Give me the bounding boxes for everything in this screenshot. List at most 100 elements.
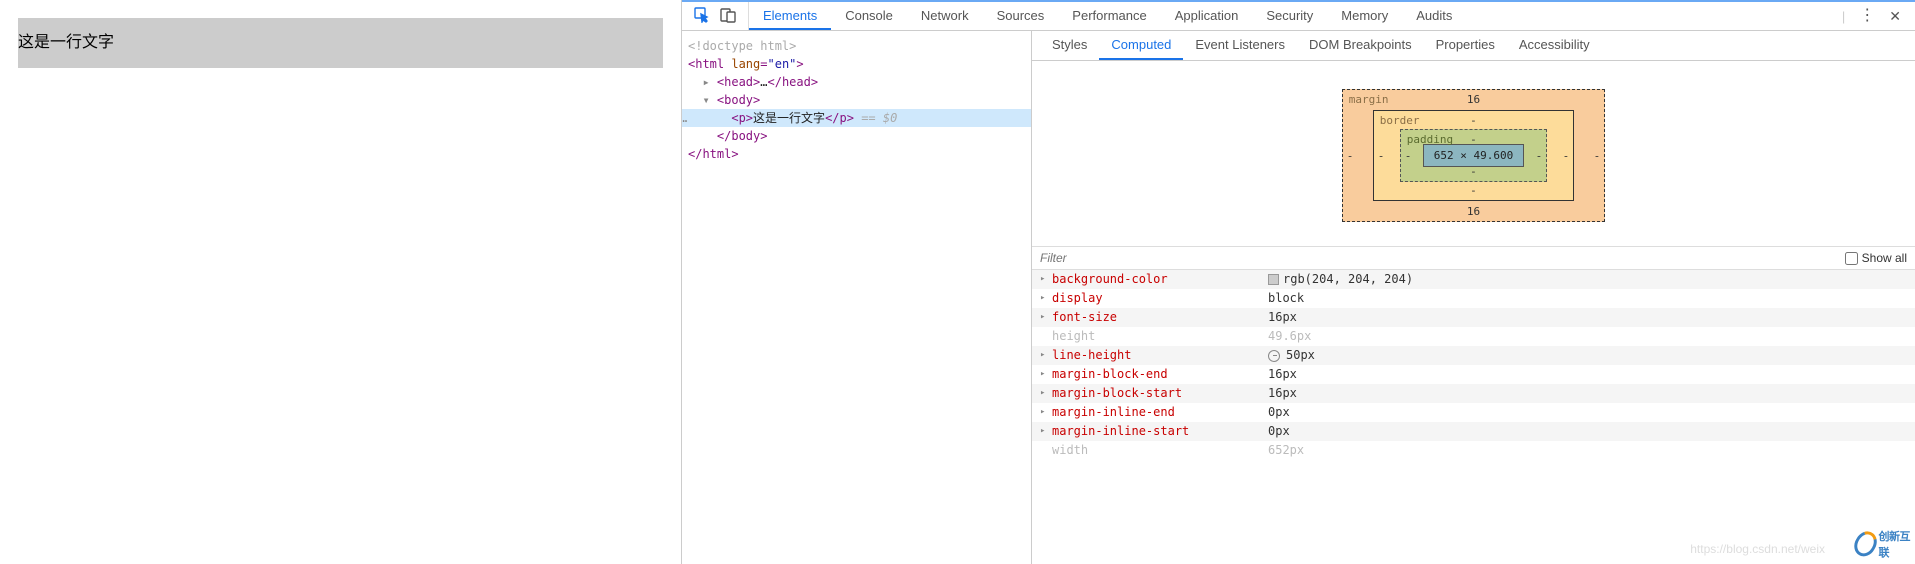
computed-filter-bar: Show all <box>1032 246 1915 270</box>
subtab-properties[interactable]: Properties <box>1424 31 1507 60</box>
tab-application[interactable]: Application <box>1161 2 1253 30</box>
tab-audits[interactable]: Audits <box>1402 2 1466 30</box>
history-icon[interactable] <box>1268 350 1280 362</box>
bm-border-top[interactable]: - <box>1470 114 1477 127</box>
subtab-computed[interactable]: Computed <box>1099 31 1183 60</box>
devtools-toolbar: ElementsConsoleNetworkSourcesPerformance… <box>682 2 1915 31</box>
side-subtabs: StylesComputedEvent ListenersDOM Breakpo… <box>1032 31 1915 61</box>
subtab-styles[interactable]: Styles <box>1040 31 1099 60</box>
rendered-page: 这是一行文字 <box>0 0 682 564</box>
logo-text: 创新互联 <box>1878 528 1911 560</box>
bm-margin-left[interactable]: - <box>1347 149 1354 162</box>
prop-name: display <box>1052 290 1268 307</box>
prop-name: margin-block-start <box>1052 385 1268 402</box>
subtab-accessibility[interactable]: Accessibility <box>1507 31 1602 60</box>
show-all-checkbox[interactable] <box>1845 252 1858 265</box>
bm-padding-top[interactable]: - <box>1470 133 1477 146</box>
styles-sidepanel: StylesComputedEvent ListenersDOM Breakpo… <box>1032 31 1915 564</box>
subtab-event-listeners[interactable]: Event Listeners <box>1183 31 1297 60</box>
prop-row-font-size[interactable]: ▸font-size16px <box>1032 308 1915 327</box>
expand-icon[interactable]: ▸ <box>1040 423 1052 440</box>
prop-row-margin-inline-end[interactable]: ▸margin-inline-end0px <box>1032 403 1915 422</box>
bm-padding-label: padding <box>1407 133 1453 146</box>
bm-border-bottom[interactable]: - <box>1470 184 1477 197</box>
bm-border-left[interactable]: - <box>1378 149 1385 162</box>
page-paragraph: 这是一行文字 <box>18 18 663 68</box>
prop-name: font-size <box>1052 309 1268 326</box>
tab-network[interactable]: Network <box>907 2 983 30</box>
watermark-text: https://blog.csdn.net/weix <box>1690 542 1825 556</box>
box-model-diagram[interactable]: margin 16 16 - - border - - - - <box>1032 61 1915 246</box>
prop-name: background-color <box>1052 271 1268 288</box>
bm-margin-bottom[interactable]: 16 <box>1467 205 1480 218</box>
devtools-tabs: ElementsConsoleNetworkSourcesPerformance… <box>749 2 1828 30</box>
prop-value: 16px <box>1268 385 1297 402</box>
expand-icon[interactable]: ▸ <box>1040 347 1052 364</box>
prop-value: rgb(204, 204, 204) <box>1268 271 1413 288</box>
prop-name: margin-inline-start <box>1052 423 1268 440</box>
tab-memory[interactable]: Memory <box>1327 2 1402 30</box>
prop-value: 0px <box>1268 404 1290 421</box>
prop-value: 16px <box>1268 309 1297 326</box>
prop-row-margin-inline-start[interactable]: ▸margin-inline-start0px <box>1032 422 1915 441</box>
prop-value: 652px <box>1268 442 1304 459</box>
prop-row-line-height[interactable]: ▸line-height50px <box>1032 346 1915 365</box>
tab-elements[interactable]: Elements <box>749 2 831 30</box>
prop-name: line-height <box>1052 347 1268 364</box>
expand-icon[interactable]: ▸ <box>1040 385 1052 402</box>
expand-icon[interactable]: ▸ <box>1040 404 1052 421</box>
prop-name: width <box>1052 442 1268 459</box>
bm-margin-right[interactable]: - <box>1594 149 1601 162</box>
logo-ring-icon <box>1850 527 1882 560</box>
expand-icon[interactable]: ▸ <box>1040 309 1052 326</box>
dom-p-selected[interactable]: <p>这是一行文字</p> == $0 <box>682 109 1031 127</box>
dom-doctype[interactable]: <!doctype html> <box>682 37 1031 55</box>
dom-html-close[interactable]: </html> <box>682 145 1031 163</box>
dom-head[interactable]: ▸ <head>…</head> <box>682 73 1031 91</box>
expand-icon[interactable]: ▸ <box>1040 366 1052 383</box>
prop-value: 0px <box>1268 423 1290 440</box>
dom-body-open[interactable]: ▾ <body> <box>682 91 1031 109</box>
color-swatch-icon[interactable] <box>1268 274 1279 285</box>
prop-value: 16px <box>1268 366 1297 383</box>
prop-row-height[interactable]: height49.6px <box>1032 327 1915 346</box>
computed-properties-list: ▸background-colorrgb(204, 204, 204)▸disp… <box>1032 270 1915 460</box>
bm-padding-left[interactable]: - <box>1405 149 1412 162</box>
bm-margin-top[interactable]: 16 <box>1467 93 1480 106</box>
prop-value: 49.6px <box>1268 328 1311 345</box>
bm-border-label: border <box>1380 114 1420 127</box>
prop-row-background-color[interactable]: ▸background-colorrgb(204, 204, 204) <box>1032 270 1915 289</box>
prop-name: height <box>1052 328 1268 345</box>
device-toggle-icon[interactable] <box>720 7 736 26</box>
bm-content-size[interactable]: 652 × 49.600 <box>1423 144 1524 167</box>
bm-border-right[interactable]: - <box>1563 149 1570 162</box>
tab-security[interactable]: Security <box>1252 2 1327 30</box>
prop-row-width[interactable]: width652px <box>1032 441 1915 460</box>
dom-body-close[interactable]: </body> <box>682 127 1031 145</box>
prop-name: margin-block-end <box>1052 366 1268 383</box>
more-menu-icon[interactable]: ⋮ <box>1859 8 1875 24</box>
expand-icon[interactable]: ▸ <box>1040 290 1052 307</box>
tab-console[interactable]: Console <box>831 2 907 30</box>
prop-value: block <box>1268 290 1304 307</box>
dom-html-open[interactable]: <html lang="en"> <box>682 55 1031 73</box>
tab-sources[interactable]: Sources <box>983 2 1059 30</box>
bm-margin-label: margin <box>1349 93 1389 106</box>
show-all-toggle[interactable]: Show all <box>1845 251 1907 265</box>
bm-padding-bottom[interactable]: - <box>1470 165 1477 178</box>
brand-logo: 创新互联 <box>1855 526 1911 562</box>
expand-icon[interactable]: ▸ <box>1040 271 1052 288</box>
prop-row-display[interactable]: ▸displayblock <box>1032 289 1915 308</box>
tab-performance[interactable]: Performance <box>1058 2 1160 30</box>
elements-tree[interactable]: <!doctype html> <html lang="en"> ▸ <head… <box>682 31 1032 564</box>
devtools-panel: ElementsConsoleNetworkSourcesPerformance… <box>682 0 1915 564</box>
prop-row-margin-block-end[interactable]: ▸margin-block-end16px <box>1032 365 1915 384</box>
prop-row-margin-block-start[interactable]: ▸margin-block-start16px <box>1032 384 1915 403</box>
bm-padding-right[interactable]: - <box>1536 149 1543 162</box>
close-devtools-icon[interactable]: ✕ <box>1889 8 1901 25</box>
show-all-label: Show all <box>1862 251 1907 265</box>
subtab-dom-breakpoints[interactable]: DOM Breakpoints <box>1297 31 1424 60</box>
filter-input[interactable] <box>1040 251 1845 265</box>
prop-value: 50px <box>1268 347 1315 364</box>
inspect-icon[interactable] <box>694 7 710 26</box>
